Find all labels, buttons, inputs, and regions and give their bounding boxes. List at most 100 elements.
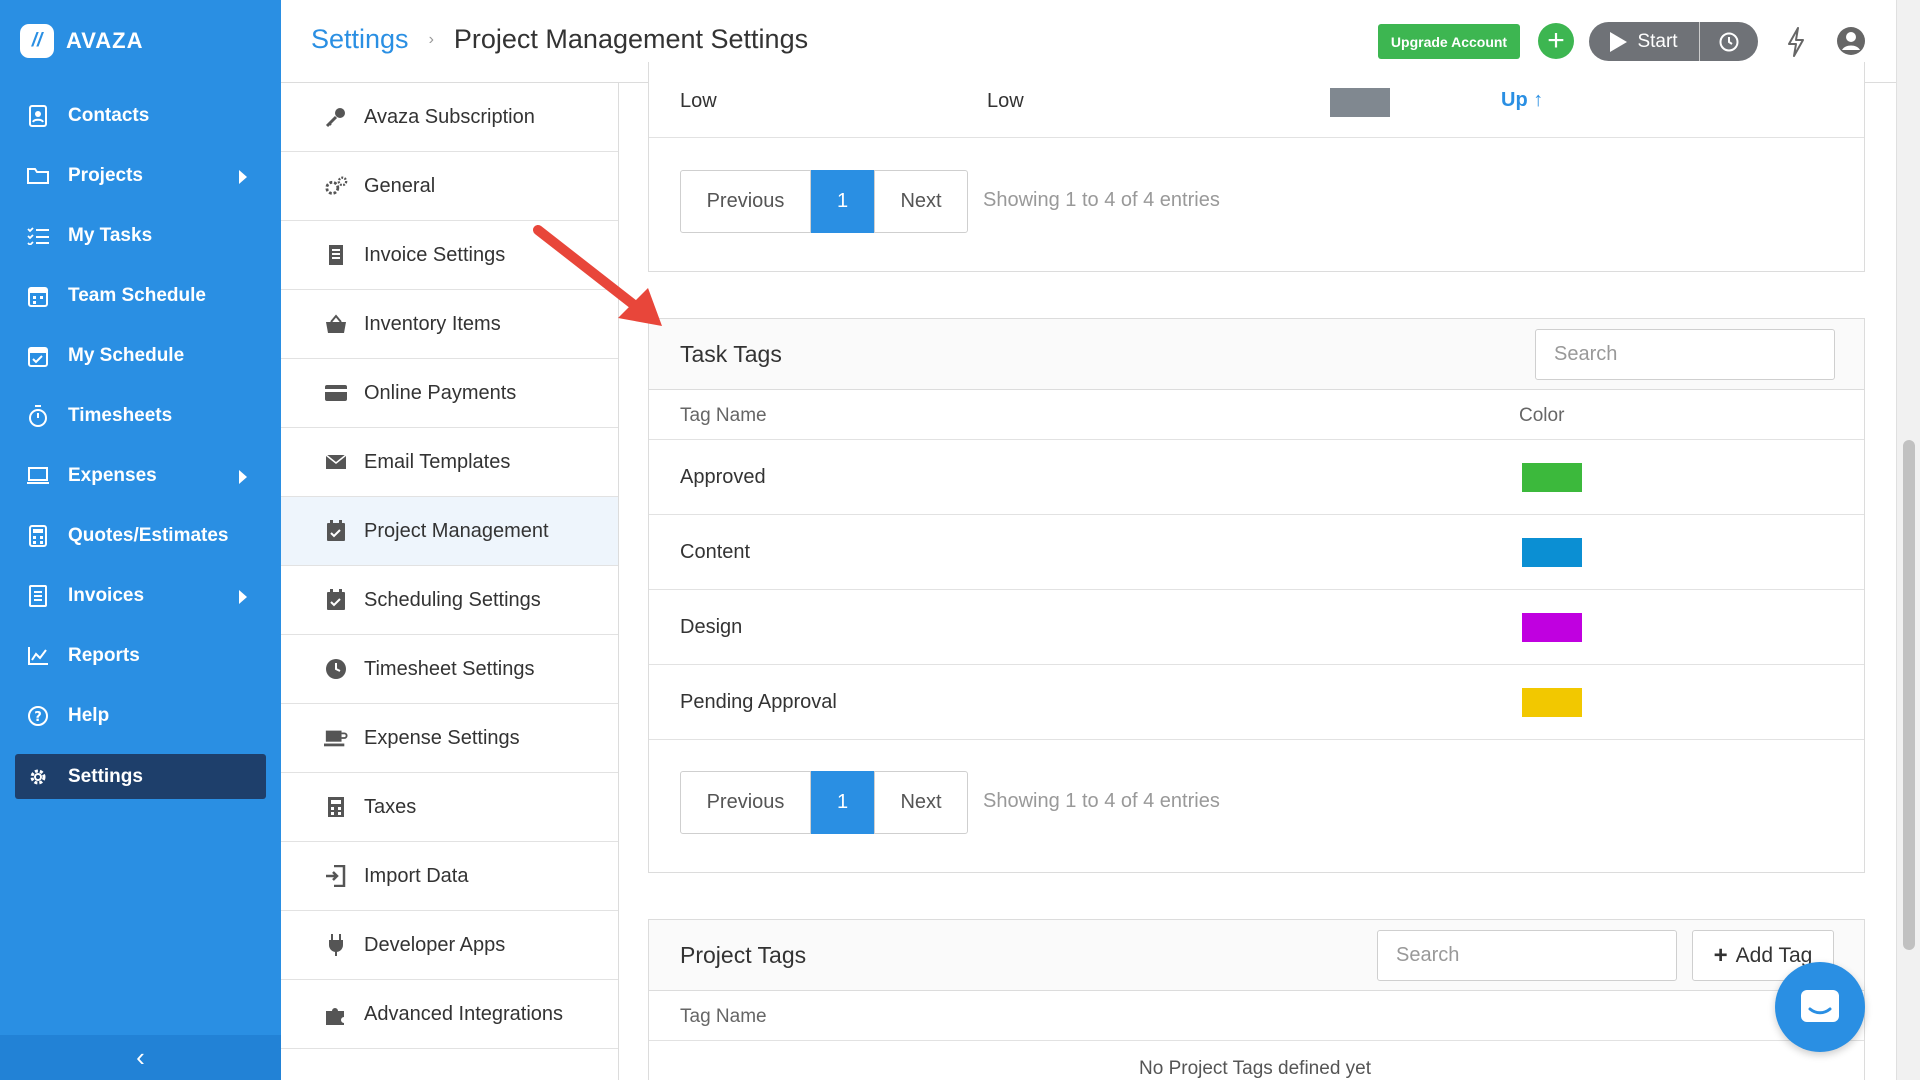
activity-button[interactable] bbox=[1779, 24, 1813, 60]
move-up-link[interactable]: Up ↑ bbox=[1501, 89, 1543, 112]
settings-item-label: Expense Settings bbox=[364, 726, 520, 749]
settings-item-label: Invoice Settings bbox=[364, 243, 506, 266]
timer-control: Start bbox=[1589, 22, 1758, 61]
sidebar-item-label: Settings bbox=[68, 765, 143, 787]
settings-item-general[interactable]: General bbox=[281, 152, 618, 221]
sidebar-item-reports[interactable]: Reports bbox=[0, 626, 281, 686]
key-icon bbox=[324, 105, 348, 129]
user-avatar[interactable] bbox=[1836, 26, 1866, 56]
settings-item-label: Inventory Items bbox=[364, 312, 501, 335]
settings-item-import-data[interactable]: Import Data bbox=[281, 842, 618, 911]
priorities-panel: Low Low Up ↑ Previous 1 Next Showing 1 t… bbox=[648, 62, 1865, 272]
page-scrollbar[interactable] bbox=[1896, 0, 1920, 1080]
settings-item-scheduling-settings[interactable]: Scheduling Settings bbox=[281, 566, 618, 635]
sidebar-item-settings[interactable]: Settings bbox=[15, 754, 266, 799]
task-tags-column-headers: Tag Name Color bbox=[649, 390, 1864, 440]
upgrade-account-button[interactable]: Upgrade Account bbox=[1378, 24, 1520, 59]
settings-item-label: Timesheet Settings bbox=[364, 657, 535, 680]
task-tags-panel: Task Tags Search Tag Name Color Approved… bbox=[648, 318, 1865, 873]
table-row[interactable]: Design bbox=[649, 590, 1864, 665]
breadcrumb-settings-link[interactable]: Settings bbox=[311, 24, 409, 55]
sidebar-item-my-schedule[interactable]: My Schedule bbox=[0, 326, 281, 386]
pagination: Previous 1 Next bbox=[680, 771, 968, 834]
settings-item-label: Avaza Subscription bbox=[364, 105, 535, 128]
settings-item-advanced-integrations[interactable]: Advanced Integrations bbox=[281, 980, 618, 1049]
sidebar-item-expenses[interactable]: Expenses bbox=[0, 446, 281, 506]
chevron-right-icon: › bbox=[428, 30, 434, 48]
collapse-sidebar-button[interactable]: ‹ bbox=[0, 1035, 281, 1080]
sidebar-item-quotes-estimates[interactable]: Quotes/Estimates bbox=[0, 506, 281, 566]
chevron-left-icon: ‹ bbox=[136, 1042, 145, 1072]
import-icon bbox=[324, 864, 348, 888]
table-row[interactable]: Approved bbox=[649, 440, 1864, 515]
project-tags-title: Project Tags bbox=[680, 942, 807, 968]
tag-color-swatch bbox=[1522, 463, 1582, 492]
credit-card-icon bbox=[324, 381, 348, 405]
settings-item-timesheet-settings[interactable]: Timesheet Settings bbox=[281, 635, 618, 704]
quick-add-button[interactable]: + bbox=[1538, 23, 1574, 59]
settings-item-label: Email Templates bbox=[364, 450, 511, 473]
priority-color-swatch[interactable] bbox=[1330, 88, 1390, 117]
clock-icon bbox=[324, 657, 348, 681]
page-title: Project Management Settings bbox=[453, 24, 809, 54]
sidebar-item-my-tasks[interactable]: My Tasks bbox=[0, 206, 281, 266]
sidebar-item-projects[interactable]: Projects bbox=[0, 146, 281, 206]
scrollbar-thumb[interactable] bbox=[1903, 440, 1915, 950]
next-page-button[interactable]: Next bbox=[874, 170, 968, 233]
settings-item-online-payments[interactable]: Online Payments bbox=[281, 359, 618, 428]
tag-name: Content bbox=[680, 541, 751, 563]
page-1-button[interactable]: 1 bbox=[811, 170, 874, 233]
column-tag-name[interactable]: Tag Name bbox=[680, 1006, 767, 1028]
chat-launcher-button[interactable] bbox=[1775, 962, 1865, 1052]
settings-item-email-templates[interactable]: Email Templates bbox=[281, 428, 618, 497]
settings-item-label: Online Payments bbox=[364, 381, 517, 404]
sidebar-item-help[interactable]: ? Help bbox=[0, 686, 281, 746]
calendar-check-icon bbox=[26, 344, 50, 368]
previous-page-button[interactable]: Previous bbox=[680, 170, 811, 233]
sidebar-item-invoices[interactable]: Invoices bbox=[0, 566, 281, 626]
task-tags-header: Task Tags Search bbox=[649, 319, 1864, 390]
brand-name: AVAZA bbox=[66, 28, 144, 53]
plus-icon: + bbox=[1547, 24, 1565, 57]
logo[interactable]: // AVAZA bbox=[20, 24, 144, 58]
chart-icon bbox=[26, 644, 50, 668]
move-up-label: Up bbox=[1501, 89, 1528, 111]
avaza-logo-icon: // bbox=[20, 24, 54, 58]
start-label: Start bbox=[1637, 30, 1678, 52]
sidebar-item-contacts[interactable]: Contacts bbox=[0, 86, 281, 146]
settings-item-expense-settings[interactable]: Expense Settings bbox=[281, 704, 618, 773]
settings-item-avaza-subscription[interactable]: Avaza Subscription bbox=[281, 83, 618, 152]
sidebar-item-timesheets[interactable]: Timesheets bbox=[0, 386, 281, 446]
start-timer-button[interactable]: Start bbox=[1589, 22, 1700, 61]
settings-item-project-management[interactable]: Project Management bbox=[281, 497, 618, 566]
table-row[interactable]: Content bbox=[649, 515, 1864, 590]
breadcrumb: Settings › Project Management Settings bbox=[311, 24, 808, 55]
task-tags-title: Task Tags bbox=[680, 341, 782, 367]
project-tags-search-input[interactable]: Search bbox=[1377, 930, 1677, 981]
help-icon: ? bbox=[26, 704, 50, 728]
previous-page-button[interactable]: Previous bbox=[680, 771, 811, 834]
next-page-button[interactable]: Next bbox=[874, 771, 968, 834]
lightning-icon bbox=[1788, 27, 1804, 57]
settings-item-developer-apps[interactable]: Developer Apps bbox=[281, 911, 618, 980]
table-row[interactable]: Pending Approval bbox=[649, 665, 1864, 740]
arrow-up-icon: ↑ bbox=[1533, 89, 1544, 111]
settings-item-label: General bbox=[364, 174, 436, 197]
tag-name: Pending Approval bbox=[680, 691, 837, 713]
chat-icon bbox=[1801, 990, 1839, 1022]
sidebar-item-label: Timesheets bbox=[68, 405, 173, 426]
sidebar-item-label: Quotes/Estimates bbox=[68, 525, 229, 546]
timer-history-button[interactable] bbox=[1700, 22, 1758, 61]
settings-item-taxes[interactable]: Taxes bbox=[281, 773, 618, 842]
sidebar-item-label: Contacts bbox=[68, 105, 150, 126]
sidebar-item-team-schedule[interactable]: Team Schedule bbox=[0, 266, 281, 326]
project-tags-panel: Project Tags Search + Add Tag Tag Name N… bbox=[648, 919, 1865, 1080]
calendar-icon bbox=[26, 284, 50, 308]
column-color[interactable]: Color bbox=[1519, 405, 1564, 427]
task-tags-search-input[interactable]: Search bbox=[1535, 329, 1835, 380]
column-tag-name[interactable]: Tag Name bbox=[680, 405, 767, 427]
chevron-right-icon bbox=[239, 470, 247, 484]
puzzle-icon bbox=[324, 1002, 348, 1026]
chevron-right-icon bbox=[239, 170, 247, 184]
page-1-button[interactable]: 1 bbox=[811, 771, 874, 834]
